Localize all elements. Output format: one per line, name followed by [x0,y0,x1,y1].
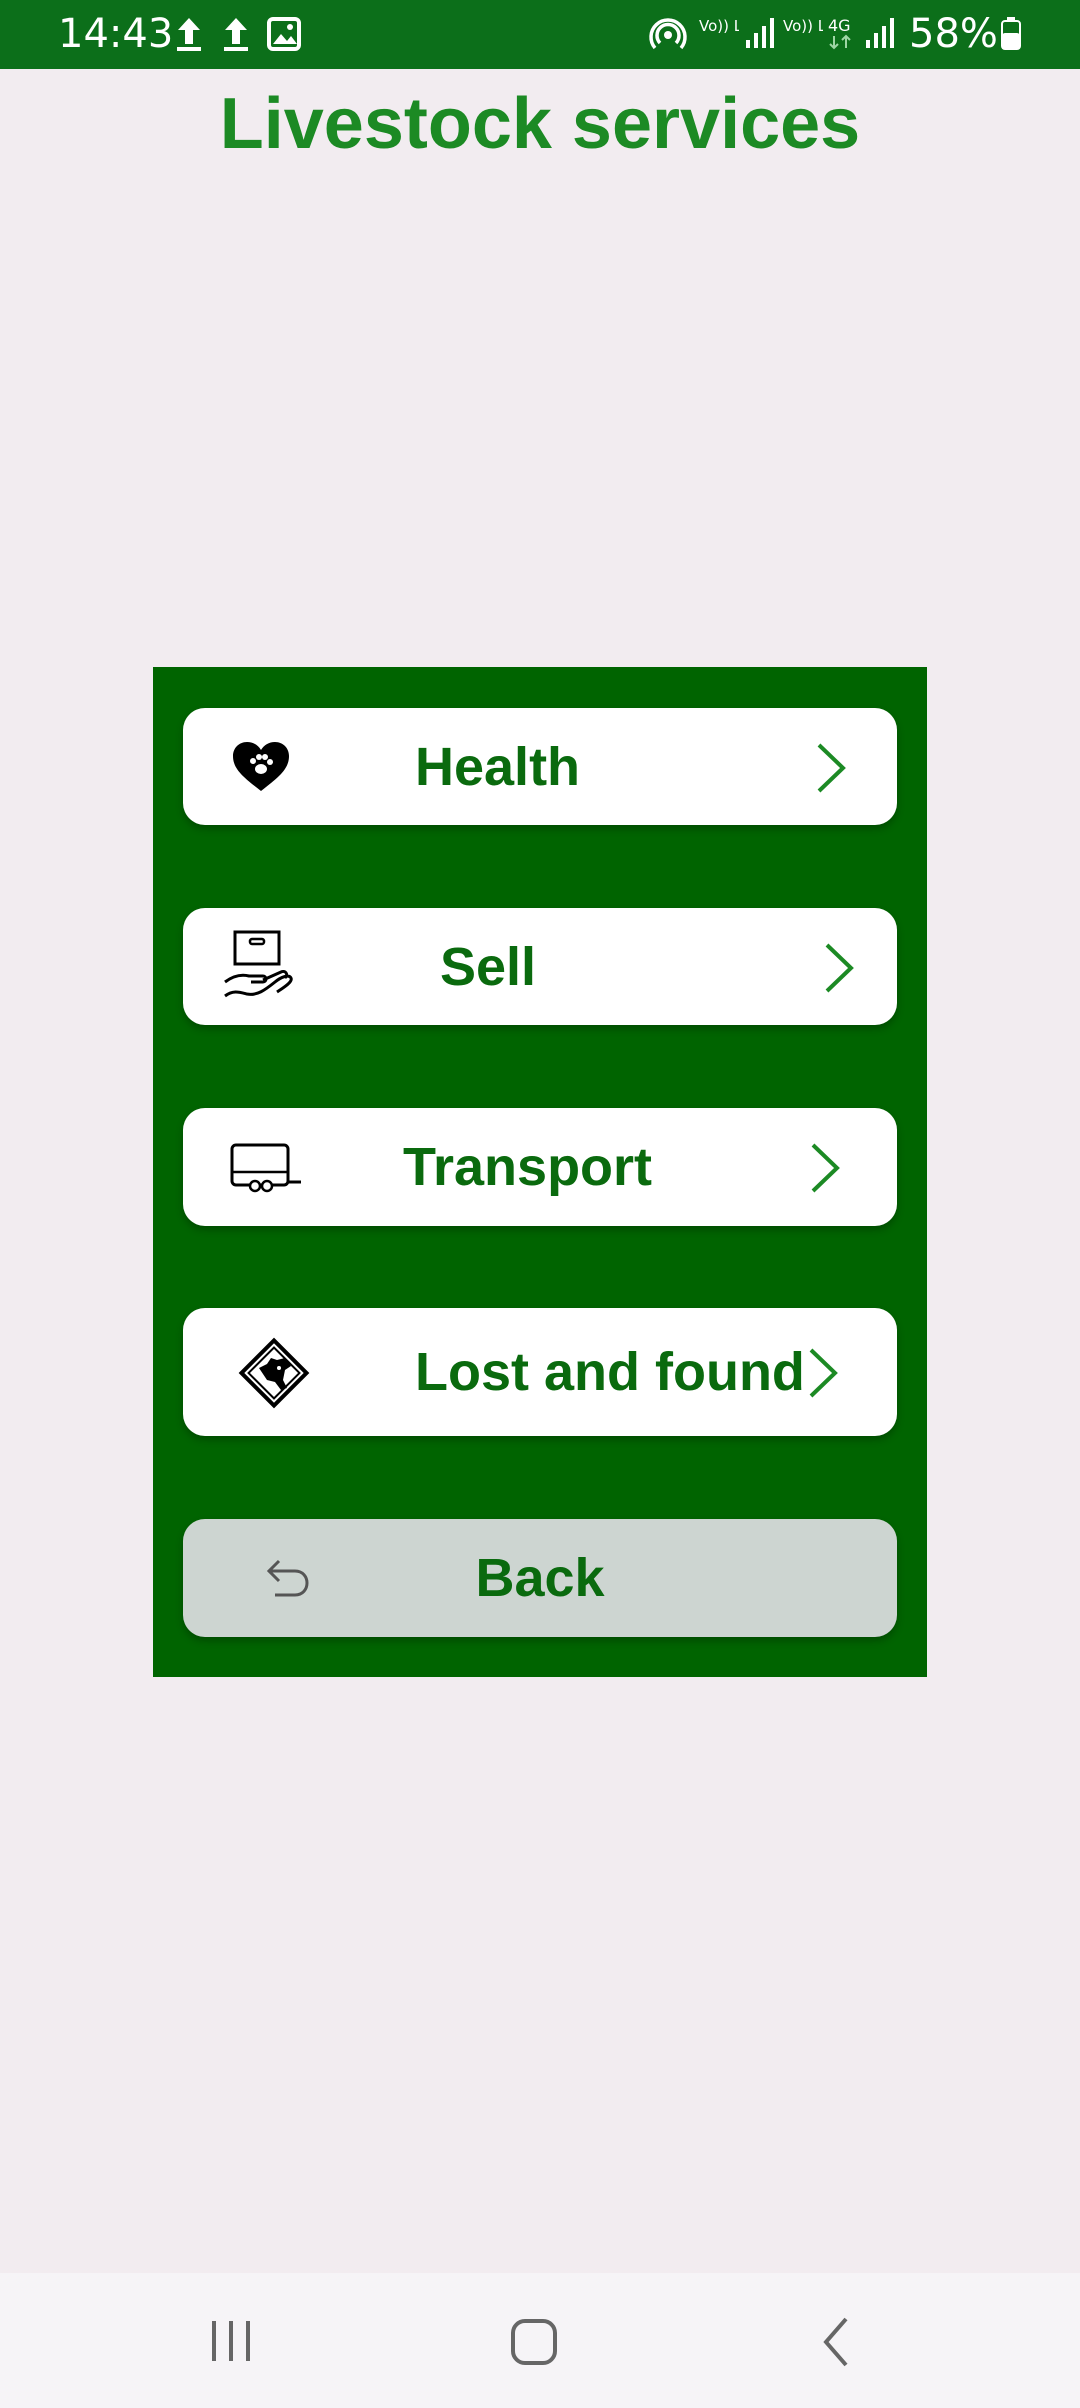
network-4g-label: 4G [828,16,851,50]
chevron-right-icon [817,743,846,793]
image-icon [267,17,301,51]
back-label: Back [475,1548,605,1608]
system-nav-bar [0,2273,1080,2408]
status-time: 14:43 [58,11,174,57]
transport-button[interactable]: Transport [183,1108,897,1226]
battery-percent: 58% [909,11,998,57]
home-icon[interactable] [509,2317,559,2367]
hotspot-icon [649,18,687,50]
signal-icon [746,18,774,48]
status-bar: 14:43 Vo)) LTE1 Vo)) LTE2 4G [0,0,1080,69]
heart-paw-icon [233,742,289,791]
network-label: Vo)) LTE2 [783,17,823,35]
lost-and-found-label: Lost and found [415,1342,805,1402]
chevron-right-icon [825,943,854,993]
hand-box-icon [224,930,293,998]
page-title: Livestock services [219,84,861,164]
services-menu: Health Sell Transport Lost and found Bac… [153,667,927,1677]
network-label: 4G [828,16,851,35]
upload-icon [224,18,248,51]
chevron-right-icon [809,1348,838,1398]
lte1-label: Vo)) LTE1 [699,17,739,35]
chevron-right-icon [811,1143,840,1193]
upload-icon [177,18,201,51]
sell-label: Sell [440,937,537,997]
recent-apps-icon[interactable] [206,2317,256,2365]
health-button[interactable]: Health [183,708,897,825]
network-label: Vo)) LTE1 [699,17,739,35]
trailer-icon [230,1143,301,1193]
transport-label: Transport [403,1137,653,1197]
battery-icon [1001,17,1021,50]
signal-icon [866,18,894,48]
health-label: Health [415,737,581,797]
lte2-label: Vo)) LTE2 [783,17,823,35]
lost-and-found-button[interactable]: Lost and found [183,1308,897,1436]
sell-button[interactable]: Sell [183,908,897,1025]
back-button[interactable]: Back [183,1519,897,1637]
back-icon[interactable] [818,2315,854,2369]
animal-sign-icon [238,1337,310,1409]
